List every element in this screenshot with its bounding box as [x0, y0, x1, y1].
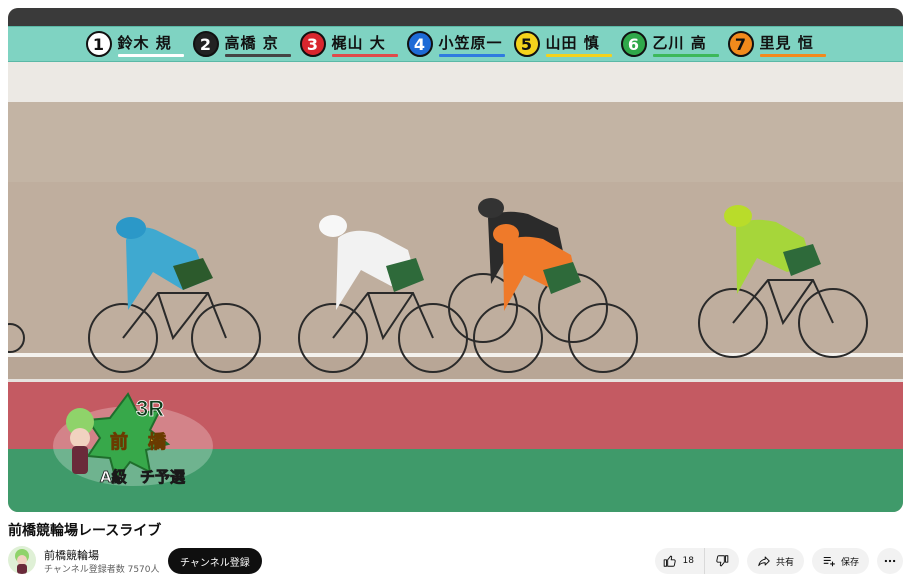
video-player[interactable]: 1 鈴木 規 2 高橋 京 3 梶山 大 4 小笠原一 5 山田 慎 6 乙川 高 7 里見 恒 3R 前…: [8, 8, 903, 512]
more-horizontal-icon: [884, 559, 896, 563]
share-button[interactable]: 共有: [746, 548, 804, 574]
playlist-add-icon: [823, 556, 835, 567]
racer-color-underline: [652, 53, 719, 57]
racer-name: 小笠原一: [438, 33, 503, 52]
badge-race-number: 3R: [136, 396, 164, 421]
save-label: 保存: [840, 557, 859, 568]
racer-name: 高橋 京: [224, 33, 279, 52]
subscriber-count: チャンネル登録者数 7570人: [44, 565, 160, 575]
racer-name: 里見 恒: [759, 33, 814, 52]
racer-name: 鈴木 規: [117, 33, 172, 52]
racer-name: 梶山 大: [331, 33, 386, 52]
racer-color-underline: [438, 53, 505, 57]
racer-name-wrap: 高橋 京: [224, 32, 291, 57]
racer-name-wrap: 乙川 高: [652, 32, 719, 57]
thumbs-up-icon: [663, 555, 676, 567]
share-label: 共有: [775, 557, 794, 568]
badge-stage: チ予選: [140, 468, 185, 486]
racer-color-underline: [331, 53, 398, 57]
video-title: 前橋競輪場レースライブ: [8, 523, 162, 539]
channel-avatar[interactable]: [8, 546, 36, 574]
racer-name-wrap: 鈴木 規: [117, 32, 184, 57]
racer-name-wrap: 小笠原一: [438, 32, 505, 57]
owner-row: 前橋競輪場 チャンネル登録者数 7570人 チャンネル登録 18 共有 保存: [8, 545, 903, 575]
racer-number-badge: 3: [299, 31, 326, 57]
racer-name-wrap: 山田 慎: [545, 32, 612, 57]
share-icon: [758, 556, 770, 567]
racer-color-underline: [545, 53, 612, 57]
race-badge: 3R 前 橋 A級 チ予選: [53, 392, 213, 486]
racer-item: 1 鈴木 規: [85, 31, 184, 57]
racer-color-underline: [759, 53, 826, 57]
racer-name-wrap: 里見 恒: [759, 32, 826, 57]
racer-item: 5 山田 慎: [513, 31, 612, 57]
racer-number-badge: 6: [620, 31, 647, 57]
racer-lineup-banner: 1 鈴木 規 2 高橋 京 3 梶山 大 4 小笠原一 5 山田 慎 6 乙川 高 7 里見 恒: [8, 26, 903, 62]
badge-venue-left: 前: [110, 431, 128, 453]
racer-item: 3 梶山 大: [299, 31, 398, 57]
dislike-button[interactable]: [705, 548, 739, 574]
racer-number-badge: 4: [406, 31, 433, 57]
racer-number-badge: 2: [192, 31, 219, 57]
like-button[interactable]: 18: [655, 548, 705, 574]
racer-name: 山田 慎: [545, 33, 600, 52]
subscribe-button[interactable]: チャンネル登録: [168, 548, 262, 574]
like-dislike-group: 18: [654, 548, 739, 574]
racer-number-badge: 1: [85, 31, 112, 57]
racer-name: 乙川 高: [652, 33, 707, 52]
racer-number-badge: 5: [513, 31, 540, 57]
racer-color-underline: [117, 53, 184, 57]
more-button[interactable]: [877, 548, 903, 574]
avatar-icon: [15, 549, 29, 574]
racer-item: 4 小笠原一: [406, 31, 505, 57]
badge-class: A級: [100, 468, 127, 486]
racer-number-badge: 7: [727, 31, 754, 57]
action-bar: 18 共有 保存: [654, 548, 903, 574]
racer-name-wrap: 梶山 大: [331, 32, 398, 57]
racer-item: 7 里見 恒: [727, 31, 826, 57]
save-button[interactable]: 保存: [811, 548, 869, 574]
channel-name[interactable]: 前橋競輪場: [44, 547, 99, 563]
thumbs-down-icon: [716, 555, 729, 567]
racer-item: 6 乙川 高: [620, 31, 719, 57]
racer-color-underline: [224, 53, 291, 57]
like-count: 18: [682, 556, 694, 566]
racer-item: 2 高橋 京: [192, 31, 291, 57]
badge-venue-right: 橋: [148, 431, 167, 453]
